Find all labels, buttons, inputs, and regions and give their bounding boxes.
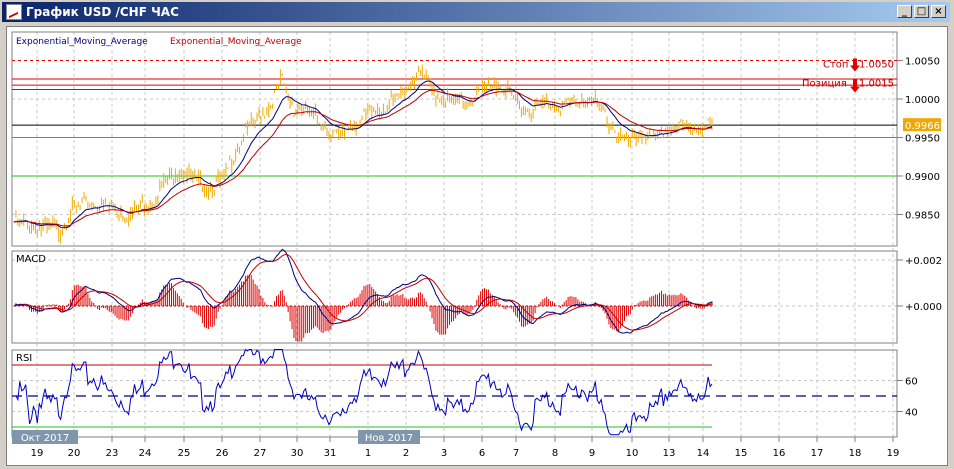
legend-ema-slow: Exponential_Moving_Average — [170, 37, 302, 47]
ema-slow-line — [13, 89, 713, 227]
stop-value: 1.0050 — [859, 60, 894, 71]
date-label: 18 — [849, 448, 862, 459]
rsi-tick-label: 60 — [905, 377, 918, 388]
month-label: Окт 2017 — [21, 433, 69, 444]
current-price-label: 0.9966 — [905, 121, 940, 132]
date-label: 19 — [887, 448, 900, 459]
date-label: 9 — [589, 448, 595, 459]
date-label: 3 — [441, 448, 447, 459]
date-label: 2 — [403, 448, 409, 459]
price-tick-label: 1.0000 — [905, 95, 940, 106]
position-value: 1.0015 — [859, 78, 894, 89]
date-label: 24 — [139, 448, 152, 459]
price-tick-label: 0.9900 — [905, 172, 940, 183]
date-label: 20 — [68, 448, 81, 459]
ema-fast-line — [13, 80, 713, 229]
date-label: 31 — [324, 448, 337, 459]
date-label: 14 — [697, 448, 710, 459]
date-label: 25 — [178, 448, 191, 459]
rsi-line — [14, 348, 713, 436]
date-label: 26 — [216, 448, 229, 459]
rsi-tick-label: 40 — [905, 408, 918, 419]
date-label: 30 — [291, 448, 304, 459]
date-label: 10 — [626, 448, 639, 459]
date-label: 7 — [513, 448, 519, 459]
date-label: 13 — [663, 448, 676, 459]
date-label: 16 — [773, 448, 786, 459]
date-label: 6 — [479, 448, 485, 459]
price-tick-label: 1.0050 — [905, 57, 940, 68]
macd-label: MACD — [16, 254, 46, 265]
stop-label: Стоп — [823, 60, 848, 71]
macd-tick-label: +0.000 — [905, 302, 942, 313]
rsi-label: RSI — [16, 353, 32, 364]
date-label: 15 — [735, 448, 748, 459]
macd-tick-label: +0.002 — [905, 256, 942, 267]
date-label: 8 — [552, 448, 558, 459]
macd-line — [13, 248, 713, 334]
date-label: 27 — [254, 448, 267, 459]
price-tick-label: 0.9950 — [905, 134, 940, 145]
legend-ema-fast: Exponential_Moving_Average — [16, 37, 148, 47]
date-label: 1 — [365, 448, 371, 459]
month-label: Нов 2017 — [365, 433, 413, 444]
date-label: 17 — [811, 448, 824, 459]
price-tick-label: 0.9850 — [905, 211, 940, 222]
chart-canvas[interactable]: Exponential_Moving_Average Exponential_M… — [0, 0, 954, 469]
date-label: 19 — [31, 448, 44, 459]
position-label: Позиция — [802, 78, 847, 89]
date-label: 23 — [106, 448, 119, 459]
